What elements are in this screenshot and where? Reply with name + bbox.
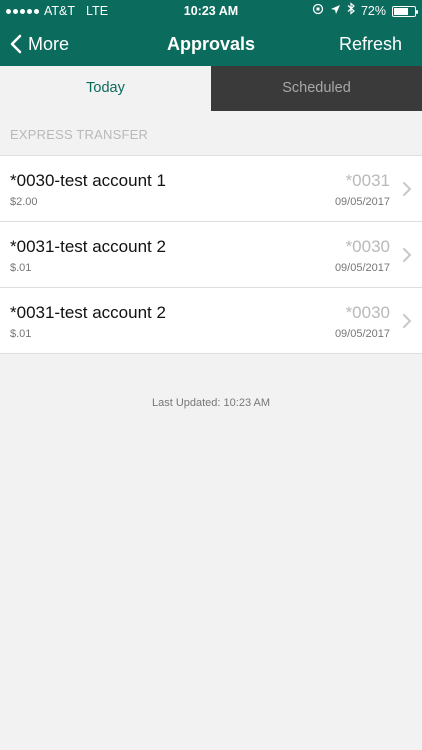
item-amount: $.01 [10,262,32,274]
battery-percent: 72% [360,4,386,18]
navigation-bar: More Approvals Refresh [0,22,422,66]
list-item[interactable]: *0031-test account 2 $.01 *0030 09/05/20… [0,288,422,354]
list-item[interactable]: *0030-test account 1 $2.00 *0031 09/05/2… [0,156,422,222]
status-bar: AT&T LTE 10:23 AM 72% [0,0,422,22]
approval-list: *0030-test account 1 $2.00 *0031 09/05/2… [0,155,422,354]
segmented-tabs: Today Scheduled [0,66,422,111]
item-date: 09/05/2017 [334,196,390,208]
section-header: EXPRESS TRANSFER [10,127,149,142]
list-item[interactable]: *0031-test account 2 $.01 *0030 09/05/20… [0,222,422,288]
chevron-right-icon [403,182,411,196]
item-title: *0031-test account 2 [10,237,166,256]
last-updated-text: Last Updated: 10:23 AM [151,397,271,409]
item-amount: $2.00 [10,196,38,208]
status-right: 72% [312,0,418,22]
item-account: *0031 [345,171,390,190]
refresh-button[interactable]: Refresh [339,22,402,66]
battery-fill [394,7,409,15]
chevron-right-icon [403,314,411,328]
orientation-lock-icon [312,0,324,22]
item-title: *0031-test account 2 [10,303,166,322]
top-bar: AT&T LTE 10:23 AM 72% More Approvals Ref… [0,0,422,66]
bluetooth-icon [347,0,355,22]
location-icon [330,0,341,22]
item-account: *0030 [345,303,390,322]
item-account: *0030 [345,237,390,256]
item-amount: $.01 [10,328,32,340]
battery-icon [392,5,418,17]
item-title: *0030-test account 1 [10,171,166,190]
tab-today[interactable]: Today [0,66,211,111]
item-date: 09/05/2017 [334,262,390,274]
tab-scheduled[interactable]: Scheduled [211,66,422,111]
chevron-right-icon [403,248,411,262]
item-date: 09/05/2017 [334,328,390,340]
